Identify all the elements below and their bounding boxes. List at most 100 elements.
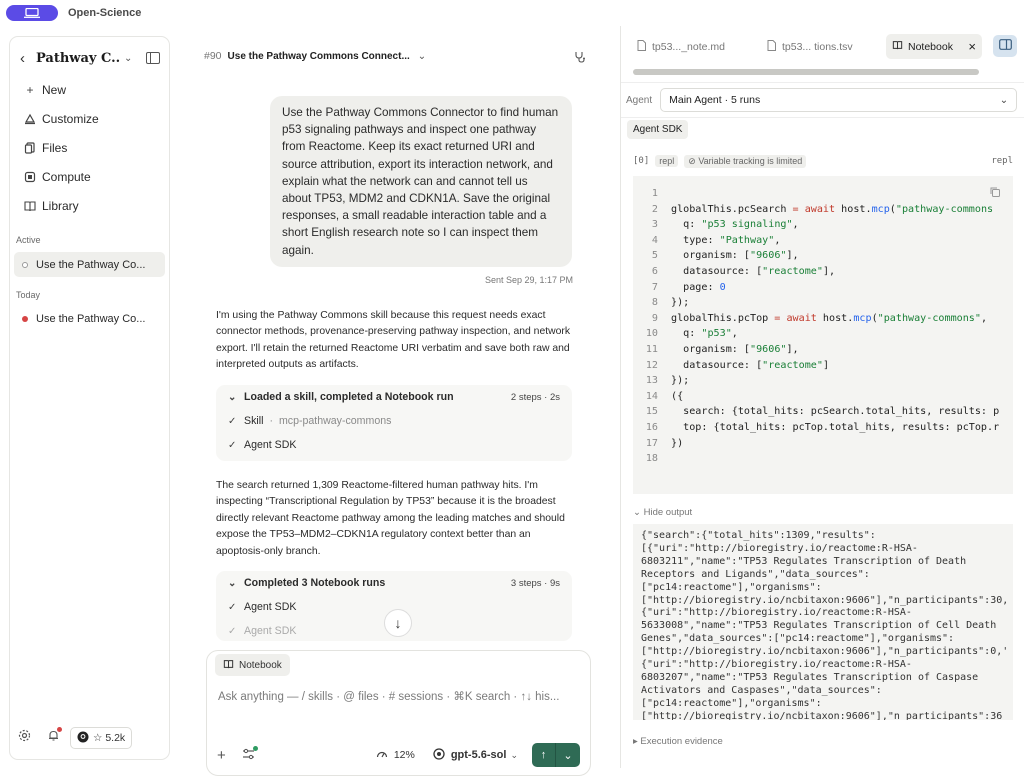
- steps-header[interactable]: ⌄ Completed 3 Notebook runs 3 steps · 9s: [216, 571, 572, 595]
- close-icon[interactable]: ×: [968, 39, 976, 54]
- hide-output-toggle[interactable]: ⌄ Hide output: [633, 507, 692, 518]
- app-switcher-button[interactable]: [6, 5, 58, 21]
- github-stars-count: ☆ 5.2k: [93, 732, 126, 744]
- toggle-panel-button[interactable]: [993, 35, 1017, 57]
- tab-scrollbar[interactable]: [633, 69, 979, 75]
- scroll-down-button[interactable]: ↓: [384, 609, 412, 637]
- execution-evidence-label: Execution evidence: [640, 736, 723, 747]
- variable-tracking-note: ⊘ Variable tracking is limited: [684, 154, 807, 168]
- output-line: 5633008","name":"TP53 Regulates Transcri…: [641, 620, 997, 632]
- chevron-down-icon[interactable]: ⌄: [418, 51, 426, 62]
- thread-item-active[interactable]: Use the Pathway Co...: [14, 252, 165, 277]
- sidebar-item-compute[interactable]: Compute: [22, 162, 162, 191]
- model-selector[interactable]: gpt-5.6-sol ⌄: [433, 747, 518, 763]
- file-icon: [637, 39, 646, 54]
- github-stars-button[interactable]: ☆ 5.2k: [70, 727, 133, 749]
- composer-input[interactable]: [218, 691, 578, 703]
- agent-select[interactable]: Main Agent · 5 runs ⌄: [660, 88, 1018, 112]
- sidebar-item-files[interactable]: Files: [22, 133, 162, 162]
- chevron-down-icon: ⌄: [228, 577, 237, 589]
- sidebar-item-customize[interactable]: Customize: [22, 104, 162, 133]
- back-icon[interactable]: ‹: [20, 50, 34, 67]
- line-number: 15: [645, 406, 658, 418]
- thread-item-today[interactable]: Use the Pathway Co...: [14, 306, 165, 331]
- code-line: 10 q: "p53",: [633, 328, 1013, 344]
- sent-timestamp: Sent Sep 29, 1:17 PM: [484, 275, 573, 285]
- compute-icon: [22, 171, 38, 183]
- line-number: 12: [645, 359, 658, 371]
- send-button[interactable]: ↑: [532, 743, 556, 767]
- user-message: Use the Pathway Commons Connector to fin…: [270, 96, 572, 267]
- step-item[interactable]: ✓ Agent SDK: [216, 433, 572, 457]
- line-number: 2: [651, 203, 658, 215]
- tab-label: tp53... tions.tsv: [782, 40, 853, 53]
- book-icon: [892, 40, 903, 53]
- project-title[interactable]: Pathway C...: [36, 51, 120, 66]
- code-text: }): [671, 437, 684, 449]
- chat-title[interactable]: Use the Pathway Commons Connect...: [228, 51, 410, 62]
- tools-icon[interactable]: [242, 745, 258, 763]
- steps-meta: 2 steps · 2s: [510, 391, 560, 403]
- arrow-up-icon: ↑: [540, 749, 547, 761]
- send-options-button[interactable]: ⌄: [556, 743, 580, 767]
- steps-header[interactable]: ⌄ Loaded a skill, completed a Notebook r…: [216, 385, 572, 409]
- stethoscope-icon[interactable]: [574, 50, 586, 68]
- cell-index: [0]: [633, 156, 650, 166]
- line-number: 6: [651, 265, 658, 277]
- cell-output: {"search":{"total_hits":1309,"results":[…: [633, 524, 1013, 720]
- model-name: gpt-5.6-sol: [450, 749, 507, 761]
- check-icon: ✓: [228, 625, 237, 637]
- line-number: 5: [651, 250, 658, 262]
- tab-label: tp53..._note.md: [652, 40, 725, 53]
- chevron-down-icon[interactable]: ⌄: [124, 53, 132, 64]
- line-number: 4: [651, 234, 658, 246]
- step-label: Agent SDK: [244, 601, 297, 613]
- output-line: {"uri":"http://bioregistry.io/reactome:R…: [641, 607, 912, 619]
- settings-icon[interactable]: [18, 729, 31, 747]
- code-text: q: "p53 signaling",: [671, 219, 799, 231]
- add-attachment-button[interactable]: +: [217, 747, 226, 764]
- sidebar-item-label: Files: [42, 140, 68, 155]
- tab-note-md[interactable]: tp53..._note.md: [631, 34, 731, 59]
- sidebar-item-label: Compute: [42, 169, 91, 184]
- notebook-chip[interactable]: Notebook: [215, 654, 290, 676]
- sidebar-item-library[interactable]: Library: [22, 191, 162, 220]
- code-line: 7 page: 0: [633, 282, 1013, 298]
- sidebar: ‹ Pathway C... ⌄ + New Customize Files Co…: [9, 36, 170, 760]
- check-icon: ✓: [228, 439, 237, 451]
- variable-tracking-label: Variable tracking is limited: [698, 155, 803, 166]
- notification-bell-icon[interactable]: [47, 727, 62, 747]
- cell-header: [0] repl ⊘ Variable tracking is limited …: [633, 154, 1013, 168]
- code-line: 11 organism: ["9606"],: [633, 344, 1013, 360]
- top-bar: Open-Science: [0, 0, 1024, 26]
- chevron-down-icon: ⌄: [999, 94, 1009, 106]
- panel-icon: [998, 37, 1012, 55]
- code-line: 8});: [633, 297, 1013, 313]
- chevron-down-icon: ⌄: [633, 507, 644, 518]
- steps-card[interactable]: ⌄ Loaded a skill, completed a Notebook r…: [216, 385, 572, 461]
- code-line: 9 globalThis.pcTop = await host.mcp("path…: [633, 313, 1013, 329]
- step-detail: mcp-pathway-commons: [278, 415, 392, 427]
- composer-toolbar: + 12% gpt-5.6-sol ⌄ ↑ ⌄: [217, 743, 580, 767]
- assistant-message: The search returned 1,309 Reactome-filte…: [216, 480, 565, 557]
- code-text: globalThis.pcTop = await host.mcp("pathw…: [671, 312, 988, 324]
- section-label-active: Active: [16, 235, 41, 245]
- execution-evidence-toggle[interactable]: ▸ Execution evidence: [633, 736, 723, 747]
- hide-output-label: Hide output: [643, 507, 693, 518]
- thread-status-icon: [22, 261, 28, 268]
- code-line: 17}): [633, 438, 1013, 454]
- code-cell[interactable]: 1 2 globalThis.pcSearch = await host.mcp("…: [633, 176, 1013, 494]
- line-number: 14: [645, 390, 658, 402]
- step-item[interactable]: ✓ Skill · mcp-pathway-commons: [216, 409, 572, 433]
- sidebar-item-new[interactable]: + New: [22, 75, 162, 104]
- toggle-sidebar-icon[interactable]: [146, 52, 160, 64]
- steps-title: Loaded a skill, completed a Notebook run: [244, 391, 454, 403]
- copy-icon[interactable]: [989, 186, 1001, 198]
- tab-tsv[interactable]: tp53... tions.tsv: [761, 34, 859, 59]
- code-text: globalThis.pcSearch = await host.mcp("pa…: [671, 203, 994, 215]
- model-logo-icon: [433, 747, 445, 763]
- app-name: Open-Science: [68, 7, 142, 19]
- agent-sdk-chip[interactable]: Agent SDK: [627, 120, 689, 139]
- tab-notebook[interactable]: Notebook ×: [886, 34, 982, 59]
- context-usage[interactable]: 12%: [376, 749, 415, 762]
